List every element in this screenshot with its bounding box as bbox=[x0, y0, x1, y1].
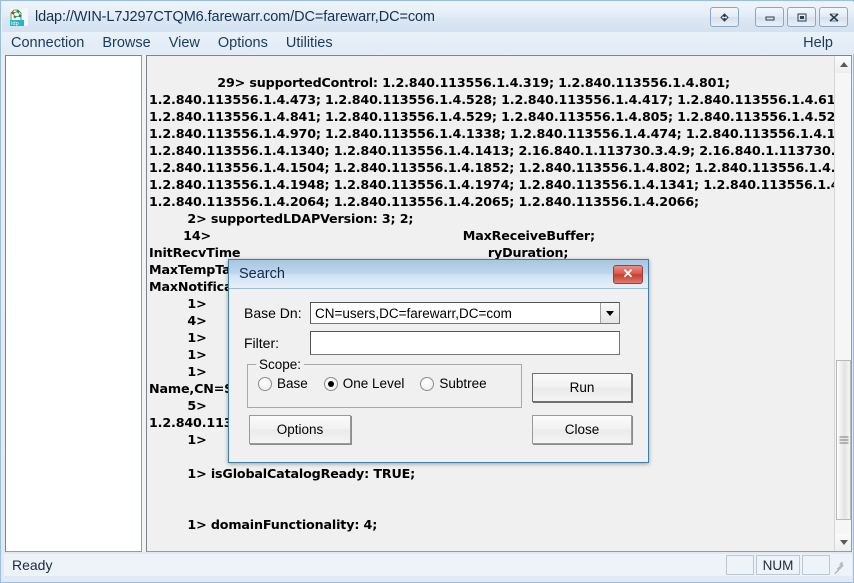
minimize-button[interactable] bbox=[755, 7, 784, 27]
search-dialog: Search ✕ Base Dn: CN=users,DC=farewarr,D… bbox=[228, 259, 649, 463]
menu-browse[interactable]: Browse bbox=[93, 35, 159, 51]
radio-button-icon bbox=[420, 376, 435, 391]
close-button[interactable] bbox=[819, 7, 848, 27]
close-dialog-button[interactable]: Close bbox=[532, 415, 632, 444]
client-area: 29> supportedControl: 1.2.840.113556.1.4… bbox=[4, 55, 852, 553]
chevron-down-icon[interactable] bbox=[600, 303, 619, 323]
output-tail-line-1: 1> isGlobalCatalogReady: TRUE; bbox=[149, 466, 416, 481]
radio-scope-one-level-label: One Level bbox=[342, 376, 405, 391]
radio-scope-base-label: Base bbox=[277, 376, 308, 391]
scroll-up-arrow-icon[interactable] bbox=[835, 56, 851, 73]
maximize-button[interactable] bbox=[787, 7, 816, 27]
radio-scope-subtree[interactable]: Subtree bbox=[420, 376, 487, 391]
radio-scope-base[interactable]: Base bbox=[258, 376, 308, 391]
status-cell-1 bbox=[726, 555, 754, 575]
window-title: ldap://WIN-L7J297CTQM6.farewarr.com/DC=f… bbox=[35, 9, 435, 25]
scrollbar-grip-icon bbox=[839, 436, 848, 444]
status-text: Ready bbox=[12, 557, 53, 573]
base-dn-combobox[interactable]: CN=users,DC=farewarr,DC=com bbox=[310, 302, 620, 324]
menu-bar: Connection Browse View Options Utilities… bbox=[2, 32, 854, 54]
base-dn-value: CN=users,DC=farewarr,DC=com bbox=[315, 305, 512, 321]
status-indicator-cells: NUM bbox=[726, 555, 852, 575]
scroll-down-arrow-icon[interactable] bbox=[835, 534, 851, 551]
search-dialog-close-button[interactable]: ✕ bbox=[613, 264, 643, 284]
scope-legend: Scope: bbox=[256, 357, 305, 372]
status-bar: Ready NUM bbox=[4, 554, 852, 576]
radio-button-icon bbox=[258, 376, 272, 391]
scope-radio-row: Base One Level Subtree bbox=[258, 376, 503, 391]
search-dialog-title: Search bbox=[239, 266, 285, 282]
filter-row: Filter: bbox=[244, 331, 620, 355]
search-dialog-body: Base Dn: CN=users,DC=farewarr,DC=com Fil… bbox=[229, 289, 648, 464]
ldp-application-window: ldp ldap://WIN-L7J297CTQM6.farewarr.com/… bbox=[0, 0, 854, 583]
menu-connection[interactable]: Connection bbox=[2, 35, 93, 51]
window-controls bbox=[707, 7, 854, 27]
radio-scope-one-level[interactable]: One Level bbox=[323, 376, 405, 391]
search-dialog-title-bar: Search ✕ bbox=[229, 260, 648, 289]
tree-pane[interactable] bbox=[5, 55, 142, 552]
menu-help[interactable]: Help bbox=[794, 35, 842, 51]
resize-grip-icon[interactable] bbox=[832, 558, 846, 575]
status-cell-num: NUM bbox=[756, 555, 800, 575]
output-vertical-scrollbar[interactable] bbox=[834, 56, 851, 551]
scrollbar-thumb[interactable] bbox=[836, 360, 851, 520]
base-dn-row: Base Dn: CN=users,DC=farewarr,DC=com bbox=[244, 302, 620, 324]
radio-scope-subtree-label: Subtree bbox=[439, 376, 487, 391]
menu-options[interactable]: Options bbox=[209, 35, 277, 51]
filter-input[interactable] bbox=[310, 331, 620, 355]
output-tail-line-2: 1> domainFunctionality: 4; bbox=[149, 517, 378, 532]
svg-text:ldp: ldp bbox=[11, 21, 19, 27]
window-title-bar: ldp ldap://WIN-L7J297CTQM6.farewarr.com/… bbox=[2, 2, 854, 32]
status-cell-3 bbox=[802, 555, 830, 575]
run-button[interactable]: Run bbox=[532, 373, 632, 402]
ldp-app-icon: ldp bbox=[9, 7, 29, 27]
menu-view[interactable]: View bbox=[160, 35, 209, 51]
filter-label: Filter: bbox=[244, 335, 279, 351]
menu-utilities[interactable]: Utilities bbox=[277, 35, 342, 51]
restore-window-button[interactable] bbox=[710, 7, 739, 27]
radio-button-selected-icon bbox=[323, 376, 338, 391]
options-button[interactable]: Options bbox=[249, 415, 351, 444]
scope-group-box: Scope: Base One Level Subtree bbox=[247, 357, 522, 408]
base-dn-label: Base Dn: bbox=[244, 305, 302, 321]
